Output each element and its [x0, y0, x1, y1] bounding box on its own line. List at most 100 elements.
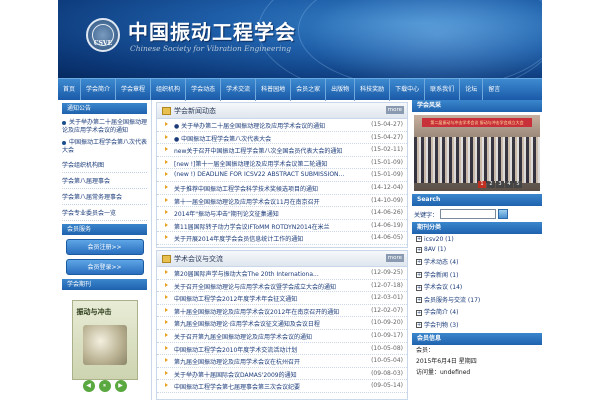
- nav-item[interactable]: 论坛: [460, 78, 484, 101]
- academic-row[interactable]: 关于举办第十届国际会议DAMAS'2009的通知 (09-08-03): [157, 368, 407, 381]
- news-row[interactable]: ● 关于举办第二十届全国振动理论及应用学术会议的通知 (15-04-27): [157, 119, 407, 132]
- academic-row[interactable]: 中国振动工程学会2010年度学术交流活动计划 (10-05-08): [157, 343, 407, 356]
- slide-dot[interactable]: 2: [487, 181, 495, 188]
- news-row[interactable]: 2014年"振动与冲击"期刊论文征集通知 (14-06-26): [157, 207, 407, 220]
- expand-icon[interactable]: +: [416, 272, 422, 279]
- category-label[interactable]: 学术动态 (4): [424, 259, 458, 266]
- news-title[interactable]: new关于召开中国振动工程学会第八次全国会员代表大会的通知: [174, 146, 359, 155]
- nav-item[interactable]: 下载中心: [390, 78, 426, 101]
- search-input[interactable]: [440, 209, 497, 219]
- expand-icon[interactable]: +: [416, 284, 422, 291]
- category-item[interactable]: + 学会新闻 (1): [412, 268, 542, 281]
- expand-icon[interactable]: +: [416, 297, 422, 304]
- expand-icon[interactable]: +: [416, 309, 422, 316]
- notice-item[interactable]: 关于举办第二十届全国振动理论及应用学术会议的通知: [62, 117, 147, 137]
- academic-row[interactable]: 第20届国际声学与振动大会The 20th Internationa... (12…: [157, 267, 407, 280]
- member-register-button[interactable]: 会员注册>>: [65, 239, 144, 255]
- category-item[interactable]: + 学会刊物 (3): [412, 318, 542, 331]
- sidebar-link[interactable]: 学会专业委员会一览: [62, 205, 147, 221]
- journal-cover[interactable]: 振动与冲击 ◀ ⏸ ▶: [65, 296, 144, 394]
- category-item[interactable]: + 会员服务与交流 (17): [412, 293, 542, 306]
- news-title[interactable]: 第十一届全国振动理论及应用学术会议11月在南京召开: [174, 197, 359, 206]
- nav-item[interactable]: 组织机构: [151, 78, 187, 101]
- category-item[interactable]: + 学术会议 (14): [412, 280, 542, 293]
- nav-item[interactable]: 会员之家: [291, 78, 327, 101]
- academic-title[interactable]: 第九届全国振动理论及应用学术会议在杭州召开: [174, 357, 359, 366]
- academic-title[interactable]: 关于召开第九届全国振动理论及应用学术会议的通知: [174, 332, 359, 341]
- nav-item[interactable]: 出版物: [326, 78, 356, 101]
- academic-row[interactable]: 关于召开第九届全国振动理论及应用学术会议的通知 (10-09-17): [157, 330, 407, 343]
- slide-dot[interactable]: 3: [496, 181, 504, 188]
- category-label[interactable]: 学会新闻 (1): [424, 272, 458, 279]
- member-login-button[interactable]: 会员登录>>: [65, 259, 144, 275]
- nav-item[interactable]: 学会动态: [186, 78, 222, 101]
- expand-icon[interactable]: +: [416, 236, 422, 243]
- slide-dot[interactable]: 1: [478, 181, 486, 188]
- prev-icon[interactable]: ◀: [82, 380, 95, 392]
- academic-title[interactable]: 关于举办第十届国际会议DAMAS'2009的通知: [174, 370, 359, 379]
- nav-item[interactable]: 首页: [58, 78, 82, 101]
- academic-title[interactable]: 中国振动工程学会第七届理事会第三次会议纪要: [174, 382, 359, 391]
- category-item[interactable]: + icsv20 (1): [412, 234, 542, 245]
- notice-item[interactable]: 中国振动工程学会第八次代表大会: [62, 137, 147, 157]
- academic-row[interactable]: 第九届全国振动理论及应用学术会议在杭州召开 (10-05-04): [157, 355, 407, 368]
- next-icon[interactable]: ▶: [114, 380, 127, 392]
- search-button[interactable]: [498, 209, 509, 219]
- news-title[interactable]: 2014年"振动与冲击"期刊论文征集通知: [174, 209, 359, 218]
- academic-title[interactable]: 中国振动工程学会2012年度学术年会征文通知: [174, 294, 359, 303]
- category-label[interactable]: 会员服务与交流 (17): [424, 297, 480, 304]
- sidebar-link[interactable]: 学会第八届理事会: [62, 173, 147, 189]
- slide-dot[interactable]: 4: [505, 181, 513, 188]
- sidebar-link[interactable]: 学会组织机构图: [62, 157, 147, 173]
- news-row[interactable]: 第11届国际转子动力学会议IFToMM ROTDYN2014在米兰 (14-06-…: [157, 220, 407, 233]
- news-row[interactable]: 第十一届全国振动理论及应用学术会议11月在南京召开 (14-10-09): [157, 195, 407, 208]
- category-item[interactable]: + 学术动态 (4): [412, 255, 542, 268]
- academic-row[interactable]: 中国振动工程学会第七届理事会第三次会议纪要 (09-05-14): [157, 380, 407, 393]
- expand-icon[interactable]: +: [416, 322, 422, 329]
- news-title[interactable]: [new !]第十一届全国振动理论及应用学术会议第二轮通知: [174, 159, 359, 168]
- academic-row[interactable]: 第九届全国振动理论·应用学术会议征文通知及会议日程 (10-09-20): [157, 317, 407, 330]
- academic-title[interactable]: 中国振动工程学会2010年度学术交流活动计划: [174, 345, 359, 354]
- news-title[interactable]: 第11届国际转子动力学会议IFToMM ROTDYN2014在米兰: [174, 222, 359, 231]
- nav-item[interactable]: 科普园地: [256, 78, 292, 101]
- category-item[interactable]: + 学会简介 (4): [412, 306, 542, 319]
- nav-item[interactable]: 留言: [483, 79, 505, 101]
- category-label[interactable]: 8AV (1): [424, 246, 446, 253]
- news-row[interactable]: ● 中国振动工程学会第八次代表大会 (15-04-27): [157, 132, 407, 145]
- news-title[interactable]: (new !) DEADLINE FOR ICSV22 ABSTRACT SUB…: [174, 171, 359, 178]
- news-title[interactable]: ● 关于举办第二十届全国振动理论及应用学术会议的通知: [174, 121, 359, 130]
- academic-row[interactable]: 关于召开全国振动理论与应用学术会议暨学会成立大会的通知 (12-07-18): [157, 280, 407, 293]
- news-more-link[interactable]: more: [385, 106, 404, 114]
- academic-title[interactable]: 第20届国际声学与振动大会The 20th Internationa...: [174, 269, 359, 278]
- sidebar-link[interactable]: 学会第八届常务理事会: [62, 189, 147, 205]
- category-label[interactable]: 学会刊物 (3): [424, 322, 458, 329]
- academic-more-link[interactable]: more: [385, 254, 404, 262]
- news-title[interactable]: 关于开展2014年度学会会员信息统计工作的通知: [174, 234, 359, 243]
- academic-title[interactable]: 第九届全国振动理论·应用学术会议征文通知及会议日程: [174, 319, 359, 328]
- pause-icon[interactable]: ⏸: [98, 380, 111, 392]
- nav-item[interactable]: 学会章程: [116, 78, 152, 101]
- nav-item[interactable]: 联系我们: [425, 78, 461, 101]
- news-row[interactable]: 关于开展2014年度学会会员信息统计工作的通知 (14-06-05): [157, 232, 407, 245]
- nav-item[interactable]: 学术交流: [221, 78, 257, 101]
- slide-dot[interactable]: 5: [514, 181, 522, 188]
- category-label[interactable]: 学会简介 (4): [424, 309, 458, 316]
- category-label[interactable]: icsv20 (1): [424, 236, 454, 243]
- society-logo[interactable]: CSVE: [86, 18, 120, 52]
- news-title[interactable]: 关于推荐中国振动工程学会科学技术奖候选项目的通知: [174, 184, 359, 193]
- academic-row[interactable]: 第十届全国振动理论及应用学术会议2012年在南京召开的通知 (12-02-07): [157, 305, 407, 318]
- group-photo-slideshow[interactable]: 第二届振动与冲击学术会议 振动与冲击学会成立大会 1 2 3 4 5: [414, 115, 540, 191]
- academic-title[interactable]: 关于召开全国振动理论与应用学术会议暨学会成立大会的通知: [174, 282, 359, 291]
- nav-item[interactable]: 学会简介: [81, 78, 117, 101]
- expand-icon[interactable]: +: [416, 246, 422, 253]
- expand-icon[interactable]: +: [416, 259, 422, 266]
- news-row[interactable]: (new !) DEADLINE FOR ICSV22 ABSTRACT SUB…: [157, 169, 407, 182]
- news-row[interactable]: [new !]第十一届全国振动理论及应用学术会议第二轮通知 (15-01-09): [157, 157, 407, 170]
- news-row[interactable]: new关于召开中国振动工程学会第八次全国会员代表大会的通知 (15-02-11): [157, 144, 407, 157]
- category-item[interactable]: +8AV (1): [412, 245, 542, 256]
- news-row[interactable]: 关于推荐中国振动工程学会科学技术奖候选项目的通知 (14-12-04): [157, 182, 407, 195]
- category-label[interactable]: 学术会议 (14): [424, 284, 462, 291]
- news-title[interactable]: ● 中国振动工程学会第八次代表大会: [174, 134, 359, 143]
- academic-title[interactable]: 第十届全国振动理论及应用学术会议2012年在南京召开的通知: [174, 307, 359, 316]
- academic-row[interactable]: 中国振动工程学会2012年度学术年会征文通知 (12-03-01): [157, 292, 407, 305]
